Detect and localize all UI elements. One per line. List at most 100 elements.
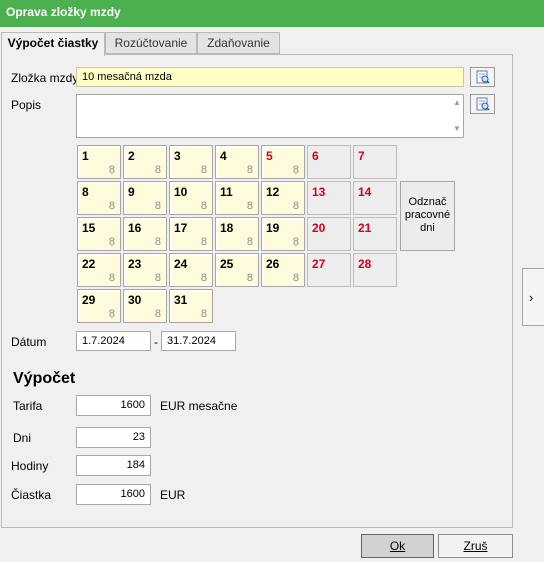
day-number: 24 bbox=[174, 257, 188, 271]
chevron-right-icon: › bbox=[529, 290, 534, 305]
calendar-day-30[interactable]: 30 8 bbox=[123, 289, 167, 323]
tarifa-field[interactable]: 1600 bbox=[76, 395, 151, 416]
day-hours: 8 bbox=[154, 200, 161, 212]
window-title: Oprava zložky mzdy bbox=[0, 0, 544, 27]
calendar-day-12[interactable]: 12 8 bbox=[261, 181, 305, 215]
calendar-day-14[interactable]: 14 bbox=[353, 181, 397, 215]
ciastka-field[interactable]: 1600 bbox=[76, 484, 151, 505]
calendar-day-27[interactable]: 27 bbox=[307, 253, 351, 287]
day-number: 2 bbox=[128, 149, 135, 163]
tab-zdanovanie[interactable]: Zdaňovanie bbox=[197, 32, 280, 54]
calendar-day-3[interactable]: 38 bbox=[169, 145, 213, 179]
calendar-day-8[interactable]: 88 bbox=[77, 181, 121, 215]
day-number: 14 bbox=[358, 185, 372, 199]
mark-workdays-button[interactable]: Odznač pracovné dni bbox=[400, 181, 455, 251]
popis-scroll-up-icon[interactable]: ▲ bbox=[452, 98, 462, 108]
zlozka-lookup-button[interactable] bbox=[470, 67, 495, 87]
calendar-day-10[interactable]: 10 8 bbox=[169, 181, 213, 215]
day-hours: 8 bbox=[108, 164, 115, 176]
day-number: 28 bbox=[358, 257, 372, 271]
day-number: 7 bbox=[358, 149, 365, 163]
day-number: 11 bbox=[220, 185, 233, 199]
day-number: 18 bbox=[220, 221, 234, 235]
day-hours: 8 bbox=[200, 272, 207, 284]
day-hours: 8 bbox=[246, 164, 253, 176]
day-number: 21 bbox=[358, 221, 372, 235]
calendar-day-20[interactable]: 20 bbox=[307, 217, 351, 251]
calendar-day-18[interactable]: 18 8 bbox=[215, 217, 259, 251]
datum-from-field[interactable]: 1.7.2024 bbox=[76, 331, 151, 351]
day-number: 15 bbox=[82, 221, 96, 235]
hodiny-field[interactable]: 184 bbox=[76, 455, 151, 476]
day-number: 30 bbox=[128, 293, 142, 307]
calendar-day-23[interactable]: 23 8 bbox=[123, 253, 167, 287]
day-hours: 8 bbox=[200, 200, 207, 212]
calendar-day-21[interactable]: 21 bbox=[353, 217, 397, 251]
popis-label: Popis bbox=[11, 98, 42, 112]
day-hours: 8 bbox=[246, 200, 253, 212]
tab-rozuctovanie[interactable]: Rozúčtovanie bbox=[105, 32, 197, 54]
calendar-day-9[interactable]: 98 bbox=[123, 181, 167, 215]
day-number: 23 bbox=[128, 257, 142, 271]
calendar-day-28[interactable]: 28 bbox=[353, 253, 397, 287]
day-hours: 8 bbox=[154, 272, 161, 284]
day-number: 3 bbox=[174, 149, 181, 163]
calendar-day-1[interactable]: 18 bbox=[77, 145, 121, 179]
day-number: 19 bbox=[266, 221, 280, 235]
cancel-button[interactable]: Zruš bbox=[438, 534, 513, 558]
day-number: 4 bbox=[220, 149, 227, 163]
dni-label: Dni bbox=[13, 431, 32, 445]
popis-field[interactable] bbox=[76, 94, 464, 138]
day-number: 20 bbox=[312, 221, 326, 235]
cancel-button-label: Zruš bbox=[463, 539, 488, 553]
calendar-day-13[interactable]: 13 bbox=[307, 181, 351, 215]
calendar-day-19[interactable]: 19 8 bbox=[261, 217, 305, 251]
day-hours: 8 bbox=[108, 236, 115, 248]
calendar-day-6[interactable]: 6 bbox=[307, 145, 351, 179]
tab-vypocet-ciastky[interactable]: Výpočet čiastky bbox=[1, 32, 105, 56]
day-number: 29 bbox=[82, 293, 96, 307]
day-hours: 8 bbox=[200, 308, 207, 320]
calendar-day-31[interactable]: 31 8 bbox=[169, 289, 213, 323]
tarifa-label: Tarifa bbox=[13, 399, 43, 413]
ok-button-label: Ok bbox=[389, 539, 406, 553]
day-number: 1 bbox=[82, 149, 89, 163]
calendar-day-7[interactable]: 7 bbox=[353, 145, 397, 179]
datum-to-field[interactable]: 31.7.2024 bbox=[161, 331, 236, 351]
vypocet-heading: Výpočet bbox=[13, 370, 76, 387]
calendar-day-17[interactable]: 17 8 bbox=[169, 217, 213, 251]
ciastka-unit: EUR bbox=[160, 488, 186, 502]
day-number: 25 bbox=[220, 257, 234, 271]
day-number: 5 bbox=[266, 149, 273, 163]
calendar-day-15[interactable]: 15 8 bbox=[77, 217, 121, 251]
calendar-day-2[interactable]: 28 bbox=[123, 145, 167, 179]
lookup-icon bbox=[476, 70, 490, 84]
ciastka-label: Čiastka bbox=[11, 488, 52, 502]
calendar-day-4[interactable]: 48 bbox=[215, 145, 259, 179]
day-number: 10 bbox=[174, 185, 188, 199]
calendar-day-24[interactable]: 24 8 bbox=[169, 253, 213, 287]
day-hours: 8 bbox=[200, 236, 207, 248]
calendar-day-11[interactable]: 11 8 bbox=[215, 181, 259, 215]
calendar-day-29[interactable]: 29 8 bbox=[77, 289, 121, 323]
day-hours: 8 bbox=[154, 308, 161, 320]
calendar-day-5[interactable]: 58 bbox=[261, 145, 305, 179]
day-number: 31 bbox=[174, 293, 188, 307]
popis-lookup-button[interactable] bbox=[470, 94, 495, 114]
day-hours: 8 bbox=[200, 164, 207, 176]
zlozka-label: Zložka mzdy bbox=[11, 71, 79, 85]
calendar-day-22[interactable]: 22 8 bbox=[77, 253, 121, 287]
zlozka-field[interactable]: 10 mesačná mzda bbox=[76, 67, 464, 87]
calendar-day-26[interactable]: 26 8 bbox=[261, 253, 305, 287]
calendar-day-16[interactable]: 16 8 bbox=[123, 217, 167, 251]
dni-field[interactable]: 23 bbox=[76, 427, 151, 448]
expand-panel-button[interactable]: › bbox=[522, 268, 544, 326]
day-number: 27 bbox=[312, 257, 326, 271]
day-number: 17 bbox=[174, 221, 188, 235]
popis-scroll-down-icon[interactable]: ▼ bbox=[452, 124, 462, 134]
calendar-day-25[interactable]: 25 8 bbox=[215, 253, 259, 287]
day-hours: 8 bbox=[108, 272, 115, 284]
day-number: 22 bbox=[82, 257, 96, 271]
ok-button[interactable]: Ok bbox=[361, 534, 434, 558]
datum-separator: - bbox=[154, 335, 158, 349]
